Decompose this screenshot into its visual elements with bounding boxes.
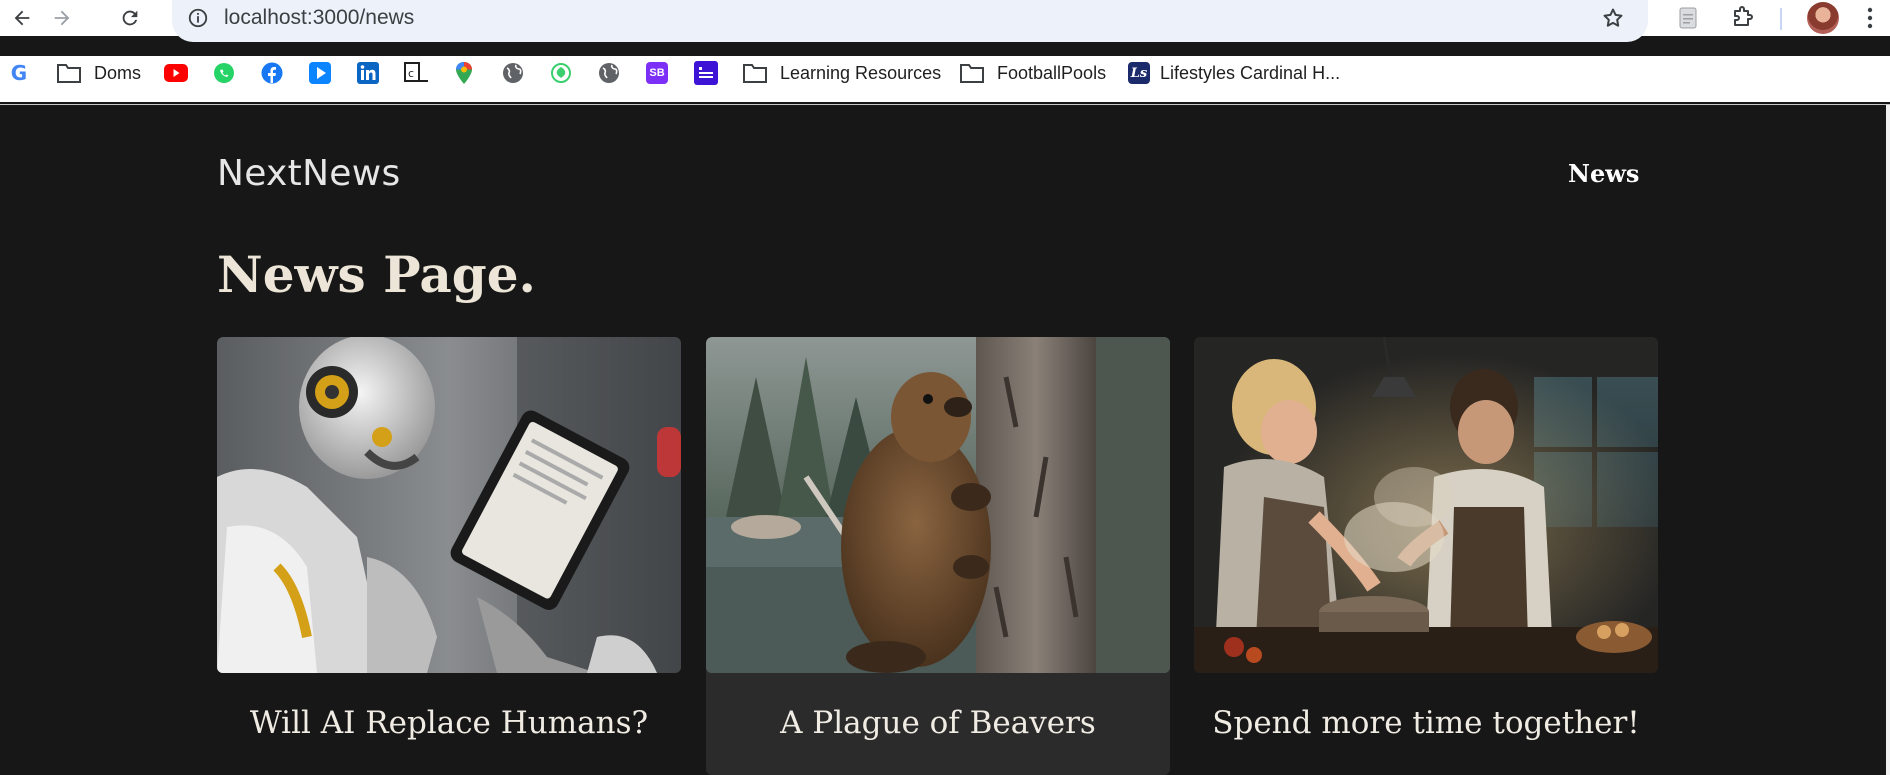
bookmark-purple-app[interactable] [694, 56, 718, 90]
bookmark-lifestyles[interactable]: Ls Lifestyles Cardinal H... [1128, 56, 1340, 90]
bookmark-globe-1[interactable] [502, 56, 524, 90]
svg-text:c: c [408, 67, 414, 80]
bookmark-globe-2[interactable] [598, 56, 620, 90]
article-card[interactable]: A Plague of Beavers [706, 337, 1170, 775]
url-text[interactable]: localhost:3000/news [224, 5, 414, 31]
reload-button[interactable] [116, 4, 144, 32]
bookmark-star-icon[interactable] [1600, 5, 1626, 31]
cl-icon: c [404, 62, 428, 82]
bookmark-label: Lifestyles Cardinal H... [1160, 62, 1341, 83]
folder-icon [57, 64, 81, 83]
bookmark-maps[interactable] [454, 56, 474, 90]
page-viewport: NextNews News News Page. Will AI Replace… [0, 105, 1886, 775]
toolbar-divider [1780, 8, 1782, 30]
back-button[interactable] [8, 4, 36, 32]
bookmarks-bar: G Doms c SB Learning Resources FootballP… [0, 56, 1890, 102]
article-title[interactable]: Spend more time together! [1194, 705, 1658, 741]
bookmark-facebook[interactable] [261, 56, 283, 90]
back-arrow-icon [14, 10, 30, 26]
page-scrollbar[interactable] [1886, 105, 1890, 775]
bookmark-youtube[interactable] [164, 56, 188, 90]
play-icon [309, 62, 331, 84]
article-card[interactable]: Spend more time together! [1194, 337, 1658, 775]
article-image-beaver[interactable] [706, 337, 1170, 673]
bookmark-whatsapp[interactable] [213, 56, 235, 90]
google-icon: G [10, 61, 28, 85]
profile-avatar[interactable] [1807, 2, 1839, 34]
facebook-icon [261, 62, 283, 84]
bookmark-folder-doms[interactable]: Doms [56, 56, 141, 90]
sb-icon: SB [646, 62, 668, 84]
address-bar[interactable]: localhost:3000/news [172, 0, 1648, 42]
nav-link-news[interactable]: News [1568, 159, 1639, 188]
bookmark-folder-footballpools[interactable]: FootballPools [959, 56, 1106, 90]
bookmark-linkedin[interactable] [357, 56, 379, 90]
folder-icon [743, 64, 767, 83]
article-image-robot[interactable] [217, 337, 681, 673]
forward-arrow-icon [54, 10, 70, 26]
article-title[interactable]: Will AI Replace Humans? [217, 705, 681, 741]
forward-button[interactable] [48, 4, 76, 32]
page-title: News Page. [217, 245, 536, 304]
reload-icon [122, 10, 138, 26]
purple-app-icon [694, 61, 718, 85]
green-shield-icon [551, 63, 571, 83]
globe-icon [503, 63, 523, 83]
youtube-icon [164, 64, 188, 82]
site-info-icon[interactable] [186, 6, 210, 30]
extensions-puzzle-icon[interactable] [1728, 4, 1756, 32]
bookmark-cl[interactable]: c [404, 56, 428, 90]
bookmark-play[interactable] [309, 56, 331, 90]
bookmark-folder-learning-resources[interactable]: Learning Resources [742, 56, 941, 90]
folder-icon [960, 64, 984, 83]
ls-icon: Ls [1128, 62, 1150, 84]
bookmark-label: FootballPools [997, 62, 1107, 83]
chrome-menu-icon[interactable] [1856, 4, 1884, 32]
browser-toolbar: localhost:3000/news [0, 0, 1890, 42]
bookmark-label: Doms [94, 62, 142, 83]
maps-pin-icon [456, 62, 472, 84]
globe-icon [599, 63, 619, 83]
bookmark-label: Learning Resources [780, 62, 942, 83]
site-logo[interactable]: NextNews [217, 153, 401, 194]
article-title[interactable]: A Plague of Beavers [706, 705, 1170, 741]
bookmark-sb[interactable]: SB [646, 56, 668, 90]
whatsapp-icon [214, 63, 234, 83]
document-extension-icon[interactable] [1674, 4, 1702, 32]
bookmark-green-shield[interactable] [550, 56, 572, 90]
linkedin-icon [357, 62, 379, 84]
article-card[interactable]: Will AI Replace Humans? [217, 337, 681, 775]
bookmark-google[interactable]: G [8, 56, 30, 90]
article-image-couple-cooking[interactable] [1194, 337, 1658, 673]
